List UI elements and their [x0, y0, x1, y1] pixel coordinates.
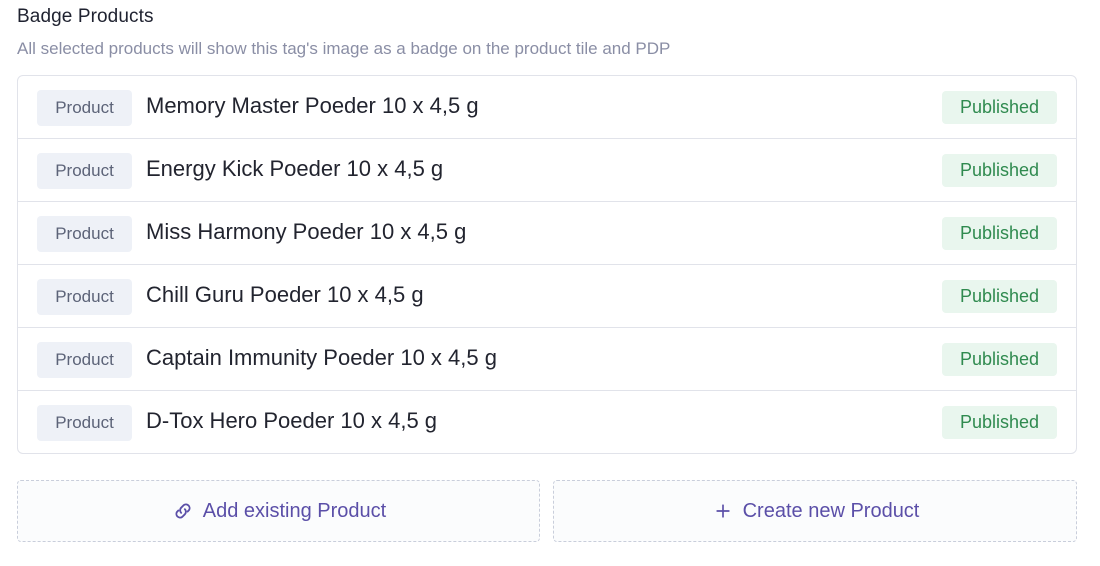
section-title: Badge Products	[17, 6, 154, 27]
type-badge: Product	[37, 90, 132, 126]
add-existing-product-button[interactable]: Add existing Product	[17, 480, 540, 542]
status-badge: Published	[942, 406, 1057, 439]
product-row[interactable]: Product D-Tox Hero Poeder 10 x 4,5 g Pub…	[18, 391, 1076, 453]
link-icon	[171, 499, 195, 523]
status-badge: Published	[942, 154, 1057, 187]
product-name[interactable]: Chill Guru Poeder 10 x 4,5 g	[146, 282, 424, 308]
plus-icon	[711, 499, 735, 523]
status-badge: Published	[942, 217, 1057, 250]
product-name[interactable]: Energy Kick Poeder 10 x 4,5 g	[146, 156, 443, 182]
status-badge: Published	[942, 91, 1057, 124]
status-badge: Published	[942, 343, 1057, 376]
type-badge: Product	[37, 153, 132, 189]
product-name[interactable]: Captain Immunity Poeder 10 x 4,5 g	[146, 345, 497, 371]
create-new-product-label: Create new Product	[742, 499, 920, 522]
type-badge: Product	[37, 405, 132, 441]
type-badge: Product	[37, 342, 132, 378]
product-name[interactable]: Miss Harmony Poeder 10 x 4,5 g	[146, 219, 466, 245]
section-subtitle: All selected products will show this tag…	[17, 39, 671, 58]
status-badge: Published	[942, 280, 1057, 313]
add-existing-product-label: Add existing Product	[202, 499, 387, 522]
type-badge: Product	[37, 279, 132, 315]
product-row[interactable]: Product Memory Master Poeder 10 x 4,5 g …	[18, 76, 1076, 139]
product-row[interactable]: Product Captain Immunity Poeder 10 x 4,5…	[18, 328, 1076, 391]
product-name[interactable]: D-Tox Hero Poeder 10 x 4,5 g	[146, 408, 437, 434]
product-row[interactable]: Product Miss Harmony Poeder 10 x 4,5 g P…	[18, 202, 1076, 265]
product-row[interactable]: Product Energy Kick Poeder 10 x 4,5 g Pu…	[18, 139, 1076, 202]
product-name[interactable]: Memory Master Poeder 10 x 4,5 g	[146, 93, 479, 119]
product-list: Product Memory Master Poeder 10 x 4,5 g …	[17, 75, 1077, 454]
create-new-product-button[interactable]: Create new Product	[553, 480, 1077, 542]
type-badge: Product	[37, 216, 132, 252]
product-row[interactable]: Product Chill Guru Poeder 10 x 4,5 g Pub…	[18, 265, 1076, 328]
